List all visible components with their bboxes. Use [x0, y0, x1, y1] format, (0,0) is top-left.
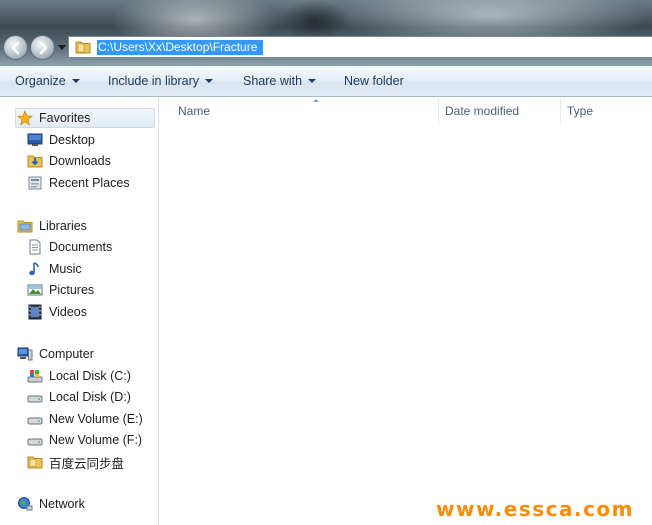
- nav-local-disk-d[interactable]: Local Disk (D:): [27, 387, 131, 407]
- include-in-library-menu[interactable]: Include in library: [108, 66, 214, 96]
- share-with-label: Share with: [243, 74, 303, 88]
- documents-icon: [27, 239, 43, 255]
- chevron-down-icon: [308, 79, 317, 83]
- organize-label: Organize: [15, 74, 66, 88]
- address-input[interactable]: [97, 39, 263, 55]
- navigation-pane: Favorites Desktop Downloads Recent Place…: [0, 98, 159, 525]
- nav-pictures[interactable]: Pictures: [27, 280, 94, 300]
- folder-icon: [27, 454, 43, 470]
- nav-videos[interactable]: Videos: [27, 302, 87, 322]
- hard-drive-icon: [27, 411, 43, 427]
- nav-recent-places-label: Recent Places: [49, 176, 130, 190]
- nav-music-label: Music: [49, 262, 82, 276]
- music-note-icon: [27, 261, 43, 277]
- chevron-down-icon: [71, 79, 80, 83]
- forward-button[interactable]: [30, 35, 55, 60]
- arrow-left-icon: [11, 41, 19, 54]
- downloads-icon: [27, 153, 43, 169]
- nav-libraries[interactable]: Libraries: [17, 216, 87, 236]
- nav-documents-label: Documents: [49, 240, 113, 254]
- nav-computer[interactable]: Computer: [17, 344, 94, 364]
- command-toolbar: Organize Include in library Share with N…: [0, 66, 652, 97]
- nav-computer-label: Computer: [39, 347, 94, 361]
- nav-new-volume-e[interactable]: New Volume (E:): [27, 409, 143, 429]
- nav-libraries-label: Libraries: [39, 219, 87, 233]
- network-icon: [17, 496, 33, 512]
- recent-pages-dropdown[interactable]: [58, 45, 66, 50]
- nav-downloads-label: Downloads: [49, 154, 111, 168]
- file-list-pane[interactable]: Name Date modified Type: [160, 98, 652, 525]
- nav-baidu-sync-folder[interactable]: 百度云同步盘: [27, 452, 124, 472]
- nav-network-label: Network: [39, 497, 85, 511]
- share-with-menu[interactable]: Share with: [243, 66, 317, 96]
- nav-local-disk-d-label: Local Disk (D:): [49, 390, 131, 404]
- nav-music[interactable]: Music: [27, 259, 82, 279]
- column-header-name[interactable]: Name: [172, 98, 438, 123]
- nav-network[interactable]: Network: [17, 494, 85, 514]
- nav-new-volume-f-label: New Volume (F:): [49, 433, 143, 447]
- arrow-right-icon: [39, 41, 47, 54]
- nav-favorites[interactable]: Favorites: [15, 108, 155, 128]
- nav-baidu-sync-folder-label: 百度云同步盘: [49, 456, 125, 471]
- nav-local-disk-c[interactable]: Local Disk (C:): [27, 366, 131, 386]
- column-header-type[interactable]: Type: [560, 98, 652, 123]
- aero-shadow: [280, 0, 350, 40]
- nav-documents[interactable]: Documents: [27, 237, 112, 257]
- nav-recent-places[interactable]: Recent Places: [27, 173, 130, 193]
- chevron-down-icon: [205, 79, 214, 83]
- include-in-library-label: Include in library: [108, 74, 200, 88]
- column-header-type-label: Type: [567, 103, 594, 118]
- system-drive-icon: [27, 368, 43, 384]
- videos-icon: [27, 304, 43, 320]
- hard-drive-icon: [27, 432, 43, 448]
- new-folder-button[interactable]: New folder: [344, 66, 404, 96]
- back-button[interactable]: [3, 35, 28, 60]
- desktop-icon: [27, 132, 43, 148]
- nav-favorites-label: Favorites: [39, 111, 91, 125]
- nav-videos-label: Videos: [49, 305, 87, 319]
- nav-desktop-label: Desktop: [49, 133, 95, 147]
- title-bar: [0, 0, 652, 66]
- nav-pictures-label: Pictures: [49, 283, 95, 297]
- new-folder-label: New folder: [344, 74, 404, 88]
- column-header-date-modified-label: Date modified: [445, 103, 520, 118]
- nav-downloads[interactable]: Downloads: [27, 151, 111, 171]
- column-header-date-modified[interactable]: Date modified: [438, 98, 560, 123]
- pictures-icon: [27, 282, 43, 298]
- libraries-icon: [17, 218, 33, 234]
- folder-icon: [75, 41, 91, 54]
- nav-new-volume-e-label: New Volume (E:): [49, 412, 143, 426]
- nav-local-disk-c-label: Local Disk (C:): [49, 369, 131, 383]
- sort-ascending-icon: [313, 99, 319, 102]
- computer-icon: [17, 346, 33, 362]
- column-header-name-label: Name: [178, 103, 211, 118]
- star-icon: [17, 110, 33, 126]
- nav-desktop[interactable]: Desktop: [27, 130, 95, 150]
- recent-places-icon: [27, 175, 43, 191]
- hard-drive-icon: [27, 389, 43, 405]
- nav-new-volume-f[interactable]: New Volume (F:): [27, 430, 142, 450]
- watermark: www.essca.com: [436, 497, 635, 521]
- organize-menu[interactable]: Organize: [15, 66, 80, 96]
- address-bar[interactable]: [68, 36, 652, 58]
